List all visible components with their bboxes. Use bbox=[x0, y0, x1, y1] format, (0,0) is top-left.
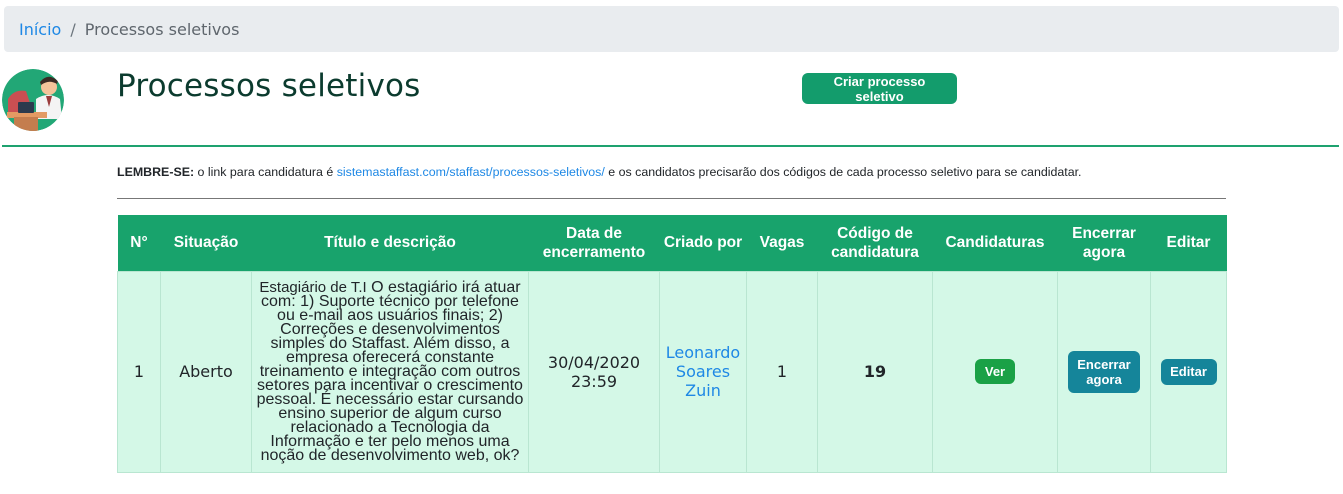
reminder-text-before: o link para candidatura é bbox=[194, 165, 337, 179]
row-applications-cell: Ver bbox=[932, 270, 1058, 473]
reminder-label: LEMBRE-SE: bbox=[117, 165, 195, 179]
header-status: Situação bbox=[160, 215, 252, 271]
processes-table: N° Situação Título e descrição Data de e… bbox=[117, 215, 1227, 473]
create-process-button[interactable]: Criar processo seletivo bbox=[802, 73, 957, 104]
breadcrumb-current: Processos seletivos bbox=[84, 19, 240, 39]
row-end-date-cell: 30/04/2020 23:59 bbox=[528, 270, 660, 473]
table-header-row: N° Situação Título e descrição Data de e… bbox=[117, 215, 1227, 271]
page-title: Processos seletivos bbox=[117, 68, 421, 104]
row-edit-cell: Editar bbox=[1150, 270, 1227, 473]
application-link[interactable]: sistemastaffast.com/staffast/processos-s… bbox=[337, 165, 605, 179]
breadcrumb-home-link[interactable]: Início bbox=[19, 20, 61, 39]
row-close-cell: Encerrar agora bbox=[1057, 270, 1151, 473]
breadcrumb: Início / Processos seletivos bbox=[4, 6, 1339, 52]
header-title-desc: Título e descrição bbox=[251, 215, 529, 271]
header-close-now: Encerrar agora bbox=[1057, 215, 1151, 271]
row-num: 1 bbox=[117, 270, 161, 473]
header-end-date: Data de encerramento bbox=[528, 215, 660, 271]
reminder-notice: LEMBRE-SE: o link para candidatura é sis… bbox=[117, 165, 1081, 179]
row-created-by-cell: Leonardo Soares Zuin bbox=[659, 270, 747, 473]
row-end-time: 23:59 bbox=[570, 371, 618, 391]
header-applications: Candidaturas bbox=[932, 215, 1058, 271]
row-code: 19 bbox=[817, 270, 933, 473]
row-description: O estagiário irá atuar com: 1) Suporte t… bbox=[256, 278, 524, 464]
section-divider bbox=[117, 198, 1226, 199]
header-vacancies: Vagas bbox=[746, 215, 818, 271]
header-divider bbox=[2, 145, 1339, 147]
avatar-icon bbox=[2, 69, 64, 131]
view-applications-button[interactable]: Ver bbox=[975, 359, 1015, 384]
row-status: Aberto bbox=[160, 270, 252, 473]
edit-button[interactable]: Editar bbox=[1160, 358, 1217, 385]
row-end-date: 30/04/2020 bbox=[547, 352, 641, 372]
header-edit: Editar bbox=[1150, 215, 1227, 271]
row-created-by-link[interactable]: Leonardo Soares Zuin bbox=[666, 343, 740, 400]
table-row: 1 Aberto Estagiário de T.I O estagiário … bbox=[117, 270, 1227, 473]
row-vacancies: 1 bbox=[746, 270, 818, 473]
header-code: Código de candidatura bbox=[817, 215, 933, 271]
breadcrumb-separator: / bbox=[70, 19, 76, 39]
row-title-desc: Estagiário de T.I O estagiário irá atuar… bbox=[251, 270, 529, 473]
header-num: N° bbox=[117, 215, 161, 271]
reminder-text-after: e os candidatos precisarão dos códigos d… bbox=[604, 165, 1082, 179]
close-now-button[interactable]: Encerrar agora bbox=[1068, 350, 1140, 393]
header-created-by: Criado por bbox=[659, 215, 747, 271]
